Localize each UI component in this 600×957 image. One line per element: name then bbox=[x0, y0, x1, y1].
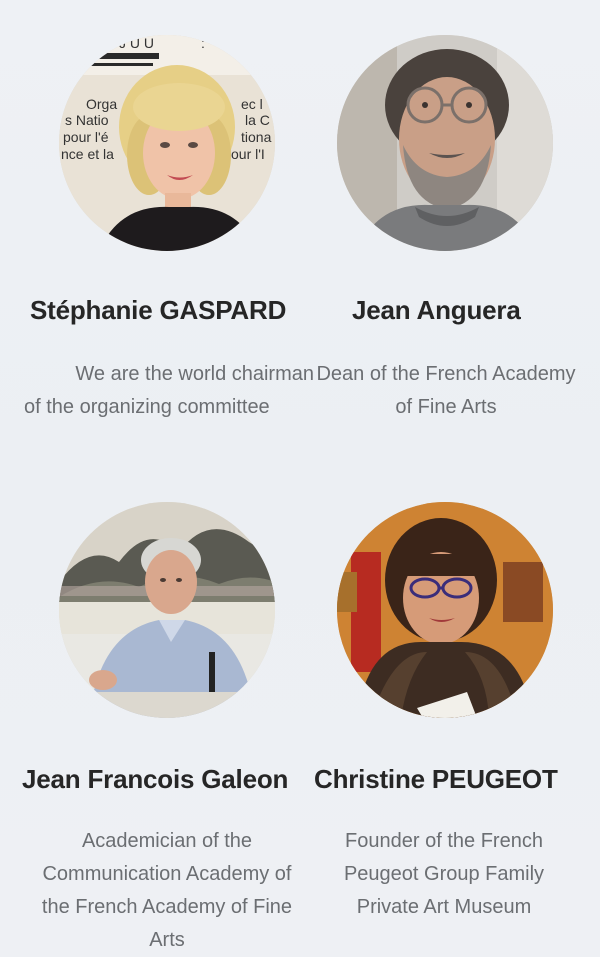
avatar-photo-jean-francois-galeon bbox=[59, 502, 275, 718]
svg-text:nce et la: nce et la bbox=[61, 146, 114, 162]
person-title-line: Arts bbox=[149, 929, 185, 951]
svg-text:la C: la C bbox=[245, 112, 270, 128]
person-title-line: Academician of the bbox=[81, 830, 253, 852]
avatar-photo-jean-anguera bbox=[337, 35, 553, 251]
avatar-photo-christine-peugeot bbox=[337, 502, 553, 718]
person-title-line: the French Academy of Fine bbox=[41, 896, 293, 918]
person-title-line: of Fine Arts bbox=[395, 396, 497, 418]
person-title: Founder of the French Peugeot Group Fami… bbox=[296, 825, 592, 924]
person-name: Christine PEUGEOT bbox=[314, 764, 558, 794]
person-name: Jean Francois Galeon bbox=[22, 764, 289, 794]
person-title-line: We are the world chairman bbox=[75, 363, 314, 385]
svg-text:s Natio: s Natio bbox=[65, 112, 109, 128]
avatar-photo-stephanie-gaspard: J U U : Orga s Natio pour l'é nce et la … bbox=[59, 35, 275, 251]
person-name: Jean Anguera bbox=[352, 295, 521, 325]
person-title: Academician of the Communication Academy… bbox=[12, 825, 322, 957]
avatar-stephanie-gaspard: J U U : Orga s Natio pour l'é nce et la … bbox=[59, 35, 275, 251]
person-title-line: of the organizing committee bbox=[24, 396, 270, 418]
svg-text:tiona: tiona bbox=[241, 129, 272, 145]
person-title-line: Founder of the French bbox=[345, 830, 543, 852]
person-title-line: Communication Academy of bbox=[42, 863, 292, 885]
person-title-line: Dean of the French Academy bbox=[316, 363, 576, 385]
person-title: We are the world chairman of the organiz… bbox=[18, 358, 314, 424]
team-page: J U U : Orga s Natio pour l'é nce et la … bbox=[0, 0, 600, 957]
avatar-christine-peugeot bbox=[337, 502, 553, 718]
person-title: Dean of the French Academy of Fine Arts bbox=[296, 358, 596, 424]
svg-text:ec l: ec l bbox=[241, 96, 263, 112]
person-name: Stéphanie GASPARD bbox=[30, 295, 287, 325]
person-title-line: Peugeot Group Family bbox=[343, 863, 545, 885]
svg-text:our l'I: our l'I bbox=[231, 146, 265, 162]
svg-text:J U U: J U U bbox=[119, 35, 154, 51]
svg-text:pour l'é: pour l'é bbox=[63, 129, 109, 145]
avatar-jean-anguera bbox=[337, 35, 553, 251]
svg-text::: : bbox=[201, 35, 205, 51]
avatar-jean-francois-galeon bbox=[59, 502, 275, 718]
person-title-line: Private Art Museum bbox=[356, 896, 532, 918]
svg-text:Orga: Orga bbox=[86, 96, 117, 112]
